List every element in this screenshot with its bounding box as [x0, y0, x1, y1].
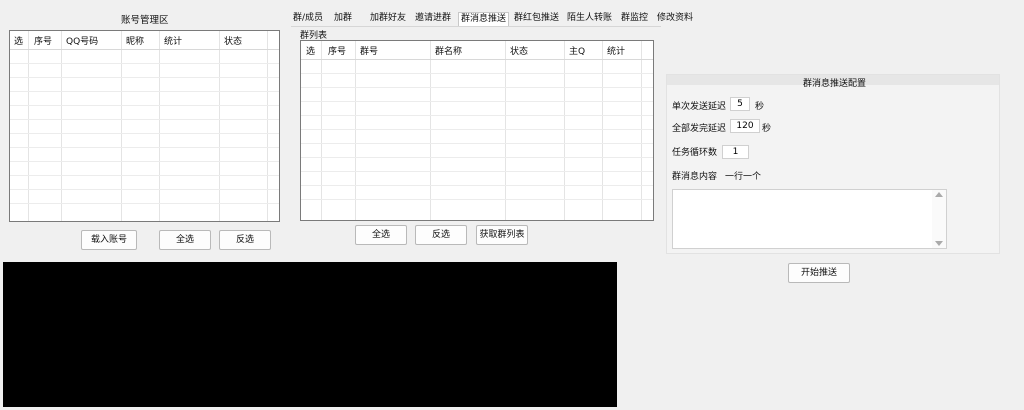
load-accounts-button[interactable]: 载入账号: [81, 230, 137, 250]
tab-invite-to-group[interactable]: 邀请进群: [415, 12, 451, 26]
single-delay-unit: 秒: [755, 102, 765, 112]
account-invert-button[interactable]: 反选: [219, 230, 271, 250]
message-content-scrollbar[interactable]: [932, 190, 946, 248]
col-header-qq[interactable]: QQ号码: [66, 34, 98, 47]
all-delay-label: 全部发完延迟: [672, 124, 727, 134]
col-header-group-number[interactable]: 群号: [360, 44, 378, 57]
all-delay-input[interactable]: [730, 119, 760, 133]
group-list-panel: 群列表 选 序号 群号 群名称 状态 主Q 统计 全选 反选 获取群列表: [291, 26, 661, 248]
tab-group-message-push[interactable]: 群消息推送: [458, 12, 510, 26]
tab-bar: 群/成员 加群 加群好友 邀请进群 群消息推送 群红包推送 陌生人转账 群监控 …: [0, 0, 1024, 28]
col-header-select[interactable]: 选: [306, 44, 315, 57]
group-table-header: 选 序号 群号 群名称 状态 主Q 统计: [301, 41, 653, 59]
tab-edit-profile[interactable]: 修改资料: [657, 12, 693, 26]
group-select-all-button[interactable]: 全选: [355, 225, 407, 245]
tab-add-group-friends[interactable]: 加群好友: [370, 12, 406, 26]
fetch-group-list-button[interactable]: 获取群列表: [476, 225, 528, 245]
group-table[interactable]: 选 序号 群号 群名称 状态 主Q 统计: [300, 40, 654, 221]
tab-stranger-transfer[interactable]: 陌生人转账: [567, 12, 612, 26]
push-config-panel: 群消息推送配置 单次发送延迟 秒 全部发完延迟 秒 任务循环数 群消息内容 一行…: [666, 74, 1000, 254]
col-header-stats[interactable]: 统计: [607, 44, 625, 57]
log-console: [3, 262, 617, 407]
message-content-label: 群消息内容: [672, 172, 718, 182]
loop-count-input[interactable]: [722, 145, 749, 159]
message-content-textarea[interactable]: [672, 189, 947, 249]
tab-group-members[interactable]: 群/成员: [293, 12, 323, 26]
col-header-stats[interactable]: 统计: [164, 34, 182, 47]
push-config-title: 群消息推送配置: [803, 79, 867, 89]
scroll-up-arrow-icon[interactable]: [935, 192, 943, 197]
loop-count-label: 任务循环数: [672, 148, 718, 158]
tab-join-group[interactable]: 加群: [334, 12, 352, 26]
account-table[interactable]: 选 序号 QQ号码 昵称 统计 状态: [9, 30, 280, 222]
tab-group-redpacket-push[interactable]: 群红包推送: [514, 12, 559, 26]
scroll-down-arrow-icon[interactable]: [935, 241, 943, 246]
col-header-select[interactable]: 选: [14, 34, 23, 47]
tab-group-monitor[interactable]: 群监控: [621, 12, 648, 26]
start-push-button[interactable]: 开始推送: [788, 263, 850, 283]
col-header-index[interactable]: 序号: [34, 34, 52, 47]
account-panel: 账号管理区 选 序号 QQ号码 昵称 统计 状态 载入账号 全选 反选: [3, 4, 286, 256]
single-delay-label: 单次发送延迟: [672, 102, 727, 112]
col-header-main-q[interactable]: 主Q: [569, 44, 585, 57]
col-header-status[interactable]: 状态: [510, 44, 528, 57]
col-header-status[interactable]: 状态: [224, 34, 242, 47]
all-delay-unit: 秒: [762, 124, 772, 134]
col-header-group-name[interactable]: 群名称: [435, 44, 462, 57]
group-invert-button[interactable]: 反选: [415, 225, 467, 245]
col-header-nickname[interactable]: 昵称: [126, 34, 144, 47]
account-select-all-button[interactable]: 全选: [159, 230, 211, 250]
col-header-index[interactable]: 序号: [328, 44, 346, 57]
message-content-hint: 一行一个: [725, 172, 762, 182]
single-delay-input[interactable]: [730, 97, 750, 111]
account-table-header: 选 序号 QQ号码 昵称 统计 状态: [10, 31, 279, 49]
